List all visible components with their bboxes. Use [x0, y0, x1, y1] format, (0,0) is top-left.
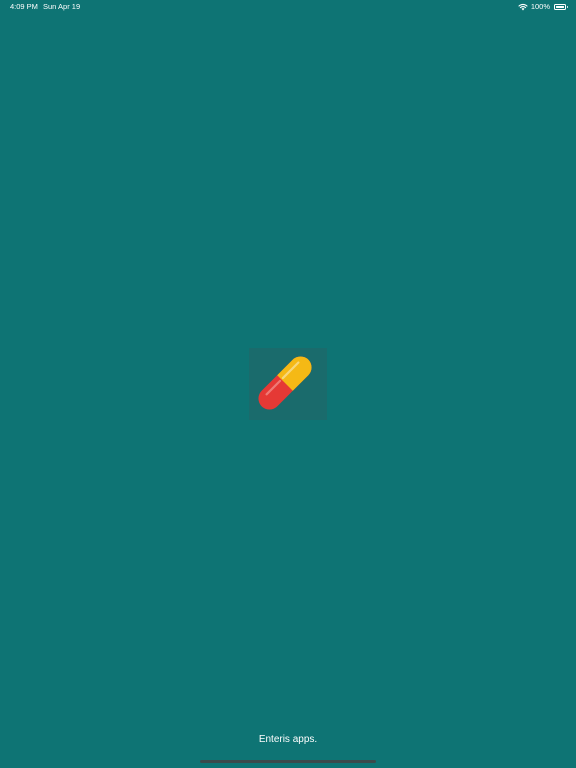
home-indicator[interactable]	[200, 760, 376, 763]
status-date: Sun Apr 19	[43, 2, 81, 11]
status-time: 4:09 PM	[10, 2, 38, 11]
app-logo	[249, 348, 327, 420]
status-bar: 4:09 PM Sun Apr 19 100%	[0, 0, 576, 14]
battery-full-icon	[554, 4, 568, 10]
wifi-icon	[518, 3, 528, 11]
battery-percent: 100%	[530, 2, 550, 11]
footer-brand-text: Enteris apps.	[258, 734, 318, 745]
splash-screen: 4:09 PM Sun Apr 19 100% Enteris apps.	[0, 0, 576, 768]
status-indicators: 100%	[518, 0, 568, 14]
pill-capsule-icon	[258, 356, 312, 410]
